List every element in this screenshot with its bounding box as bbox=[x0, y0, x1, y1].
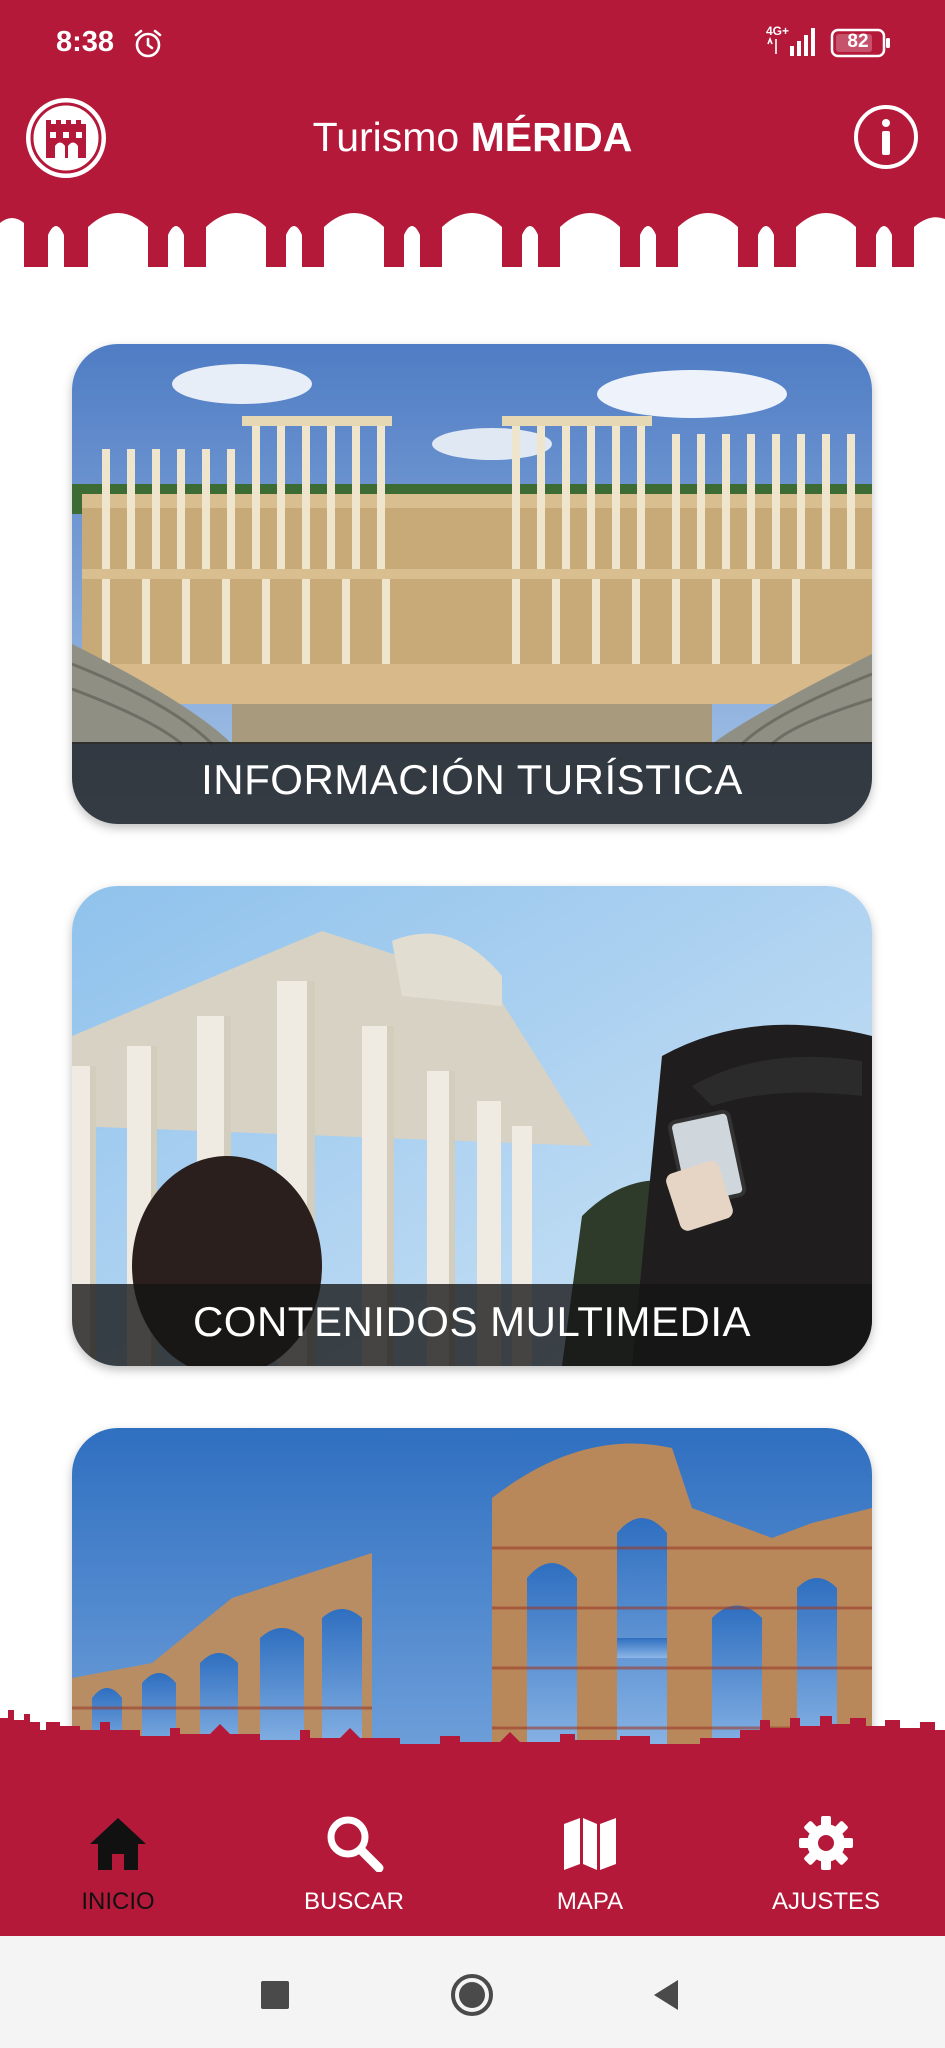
nav-label: AJUSTES bbox=[771, 1888, 881, 1915]
battlement-divider bbox=[0, 205, 945, 267]
alarm-icon bbox=[134, 29, 162, 58]
card-contenidos-multimedia[interactable]: CONTENIDOS MULTIMEDIA bbox=[72, 886, 872, 1366]
signal-icon: 4G+ bbox=[766, 24, 815, 56]
card-informacion-turistica[interactable]: INFORMACIÓN TURÍSTICA bbox=[72, 344, 872, 824]
card-label: CONTENIDOS MULTIMEDIA bbox=[192, 1298, 752, 1345]
status-bar: 8:38 4G+ 82 bbox=[0, 0, 945, 88]
bottom-navigation: INICIO BUSCAR MAPA AJUSTES bbox=[0, 1780, 945, 1936]
nav-mapa[interactable]: MAPA bbox=[472, 1780, 708, 1936]
nav-label: BUSCAR bbox=[303, 1888, 405, 1915]
system-navigation-bar bbox=[0, 1936, 945, 2048]
app-header: Turismo MÉRIDA bbox=[0, 88, 945, 208]
back-icon[interactable] bbox=[644, 1972, 690, 2018]
card-label: INFORMACIÓN TURÍSTICA bbox=[201, 756, 743, 803]
nav-buscar[interactable]: BUSCAR bbox=[236, 1780, 472, 1936]
app-screen: 8:38 4G+ 82 Turismo MÉRIDA INFORMACIÓN T… bbox=[0, 0, 945, 2048]
city-skyline-divider bbox=[0, 1710, 945, 1790]
status-time: 8:38 bbox=[56, 26, 115, 58]
nav-label: INICIO bbox=[81, 1888, 155, 1915]
nav-inicio[interactable]: INICIO bbox=[0, 1780, 236, 1936]
title-brand: MÉRIDA bbox=[470, 114, 633, 160]
home-icon bbox=[90, 1818, 146, 1870]
gear-icon bbox=[799, 1816, 853, 1870]
search-icon bbox=[327, 1816, 384, 1872]
home-circle-icon[interactable] bbox=[449, 1972, 495, 2018]
battery-level: 82 bbox=[847, 31, 869, 52]
nav-label: MAPA bbox=[556, 1888, 624, 1915]
map-icon bbox=[564, 1818, 616, 1870]
top-bar: 8:38 4G+ 82 Turismo MÉRIDA bbox=[0, 0, 945, 267]
network-label: 4G+ bbox=[766, 24, 789, 38]
nav-ajustes[interactable]: AJUSTES bbox=[708, 1780, 944, 1936]
recents-icon[interactable] bbox=[252, 1972, 298, 2018]
app-title: Turismo MÉRIDA bbox=[0, 114, 945, 161]
title-prefix: Turismo bbox=[312, 114, 471, 160]
info-icon[interactable] bbox=[852, 103, 920, 171]
